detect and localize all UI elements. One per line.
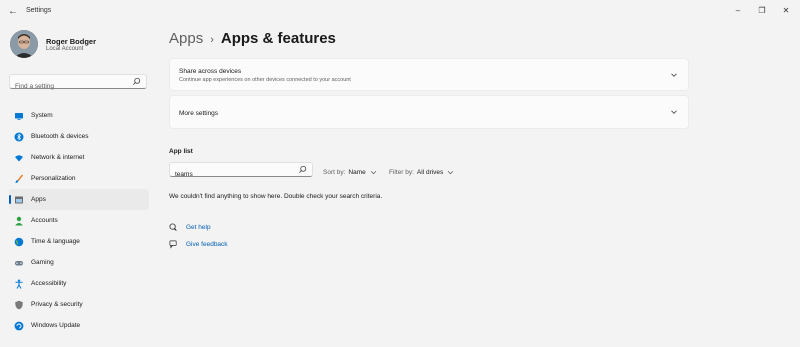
sidebar-item-label: Accounts — [31, 217, 58, 224]
give-feedback-link[interactable]: Give feedback — [169, 240, 228, 249]
share-across-devices-card[interactable]: Share across devices Continue app experi… — [169, 58, 689, 91]
sidebar-item-accessibility[interactable]: Accessibility — [9, 273, 149, 294]
sidebar-item-privacy[interactable]: Privacy & security — [9, 294, 149, 315]
update-icon — [14, 321, 24, 330]
sidebar-item-accounts[interactable]: Accounts — [9, 210, 149, 231]
sidebar-item-label: Personalization — [31, 175, 76, 182]
bluetooth-icon — [14, 132, 24, 141]
search-icon[interactable] — [298, 165, 307, 174]
sidebar-item-bluetooth[interactable]: Bluetooth & devices — [9, 126, 149, 147]
avatar-photo-icon — [10, 30, 38, 58]
sidebar-item-label: Windows Update — [31, 322, 81, 329]
sidebar-item-windows-update[interactable]: Windows Update — [9, 315, 149, 336]
user-name: Roger Bodger — [46, 37, 97, 46]
sidebar-item-label: Bluetooth & devices — [31, 133, 89, 140]
card-title: Share across devices — [179, 68, 242, 75]
app-list-heading: App list — [169, 148, 193, 155]
sort-by-label: Sort by: — [323, 169, 346, 176]
sort-by-dropdown[interactable]: Sort by: Name — [323, 169, 377, 176]
sidebar-item-label: Time & language — [31, 238, 80, 245]
gamepad-icon — [15, 260, 23, 265]
sidebar-item-time-language[interactable]: Time & language — [9, 231, 149, 252]
help-chat-icon — [169, 223, 177, 232]
feedback-icon — [169, 240, 177, 249]
sort-by-value: Name — [348, 169, 366, 176]
wifi-icon — [15, 154, 23, 161]
person-icon — [15, 216, 23, 225]
globe-clock-icon — [14, 237, 24, 246]
card-title: More settings — [179, 110, 219, 117]
get-help-label: Get help — [186, 224, 211, 231]
account-type: Local Account — [46, 46, 84, 52]
sidebar-item-apps[interactable]: Apps — [9, 189, 149, 210]
find-setting-search[interactable] — [9, 74, 147, 93]
breadcrumb-separator: › — [210, 34, 214, 46]
window-title: Settings — [26, 7, 52, 14]
chevron-down-icon — [448, 170, 454, 175]
title-bar: ← Settings – ❐ ✕ — [0, 0, 800, 24]
chevron-down-icon[interactable] — [670, 71, 678, 79]
monitor-icon — [15, 112, 23, 120]
filter-by-label: Filter by: — [389, 169, 414, 176]
sidebar-item-label: Apps — [31, 196, 46, 203]
back-arrow-icon[interactable]: ← — [8, 6, 20, 18]
sidebar-item-network[interactable]: Network & internet — [9, 147, 149, 168]
sidebar-item-label: System — [31, 112, 53, 119]
avatar[interactable] — [10, 30, 38, 58]
maximize-button[interactable]: ❐ — [752, 4, 772, 18]
sidebar-item-label: Gaming — [31, 259, 54, 266]
close-button[interactable]: ✕ — [776, 4, 796, 18]
brush-icon — [15, 174, 24, 183]
chevron-down-icon[interactable] — [670, 108, 678, 116]
sidebar-item-label: Network & internet — [31, 154, 85, 161]
app-search-input[interactable] — [170, 168, 294, 181]
sidebar-item-label: Privacy & security — [31, 301, 83, 308]
sidebar-item-gaming[interactable]: Gaming — [9, 252, 149, 273]
empty-results-message: We couldn't find anything to show here. … — [169, 193, 383, 200]
chevron-down-icon — [370, 170, 376, 175]
minimize-button[interactable]: – — [728, 4, 748, 18]
apps-icon — [15, 196, 23, 203]
breadcrumb-apps-link[interactable]: Apps — [169, 30, 203, 47]
sidebar-item-personalization[interactable]: Personalization — [9, 168, 149, 189]
get-help-link[interactable]: Get help — [169, 223, 211, 232]
filter-by-value: All drives — [416, 169, 444, 176]
filter-by-dropdown[interactable]: Filter by: All drives — [389, 169, 454, 176]
accessibility-icon — [15, 279, 23, 289]
give-feedback-label: Give feedback — [186, 241, 228, 248]
app-list-search[interactable] — [169, 162, 313, 181]
card-description: Continue app experiences on other device… — [179, 77, 351, 83]
shield-icon — [15, 300, 23, 309]
sidebar-item-label: Accessibility — [31, 280, 67, 287]
page-title: Apps & features — [220, 30, 336, 47]
search-icon[interactable] — [132, 77, 141, 86]
sidebar-nav: System Bluetooth & devices Network & int… — [9, 105, 149, 336]
breadcrumb: Apps › Apps & features — [169, 30, 336, 47]
find-setting-input[interactable] — [10, 80, 128, 93]
more-settings-card[interactable]: More settings — [169, 95, 689, 129]
sidebar-item-system[interactable]: System — [9, 105, 149, 126]
